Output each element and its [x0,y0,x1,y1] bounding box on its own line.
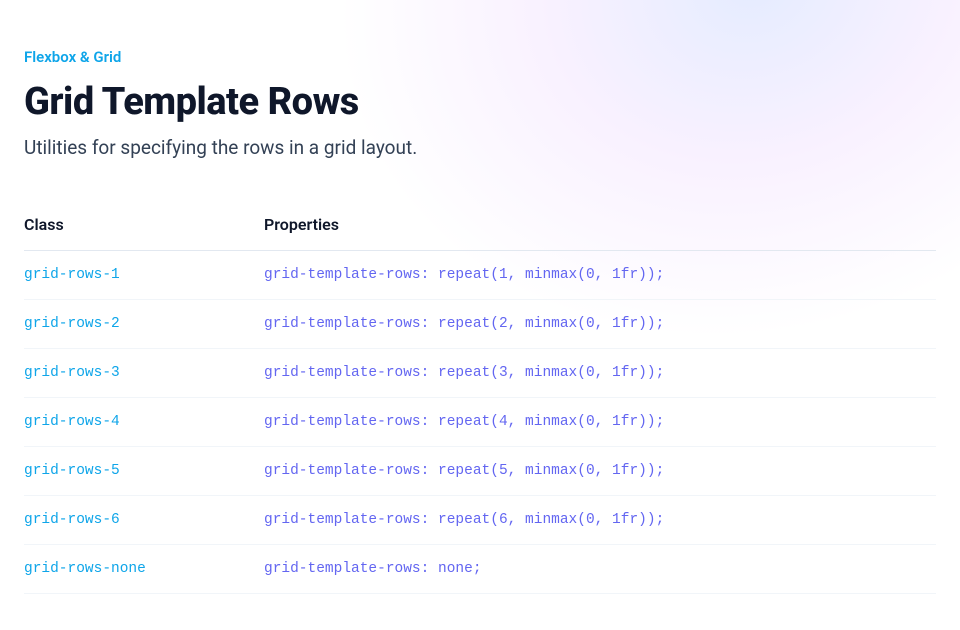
property-cell: grid-template-rows: repeat(5, minmax(0, … [264,447,936,496]
class-cell: grid-rows-2 [24,300,264,349]
class-cell: grid-rows-1 [24,251,264,300]
table-row: grid-rows-none grid-template-rows: none; [24,545,936,594]
page-title: Grid Template Rows [24,80,936,124]
property-cell: grid-template-rows: repeat(2, minmax(0, … [264,300,936,349]
category-label: Flexbox & Grid [24,48,936,66]
table-row: grid-rows-6 grid-template-rows: repeat(6… [24,496,936,545]
class-cell: grid-rows-3 [24,349,264,398]
property-cell: grid-template-rows: none; [264,545,936,594]
table-row: grid-rows-5 grid-template-rows: repeat(5… [24,447,936,496]
page-subtitle: Utilities for specifying the rows in a g… [24,136,936,159]
class-cell: grid-rows-none [24,545,264,594]
property-cell: grid-template-rows: repeat(3, minmax(0, … [264,349,936,398]
property-cell: grid-template-rows: repeat(6, minmax(0, … [264,496,936,545]
property-cell: grid-template-rows: repeat(4, minmax(0, … [264,398,936,447]
utilities-table: Class Properties grid-rows-1 grid-templa… [24,215,936,594]
table-row: grid-rows-4 grid-template-rows: repeat(4… [24,398,936,447]
column-header-class: Class [24,215,264,251]
page-container: Flexbox & Grid Grid Template Rows Utilit… [0,0,960,594]
class-cell: grid-rows-6 [24,496,264,545]
class-cell: grid-rows-4 [24,398,264,447]
class-cell: grid-rows-5 [24,447,264,496]
table-row: grid-rows-1 grid-template-rows: repeat(1… [24,251,936,300]
property-cell: grid-template-rows: repeat(1, minmax(0, … [264,251,936,300]
table-row: grid-rows-3 grid-template-rows: repeat(3… [24,349,936,398]
table-row: grid-rows-2 grid-template-rows: repeat(2… [24,300,936,349]
column-header-properties: Properties [264,215,936,251]
